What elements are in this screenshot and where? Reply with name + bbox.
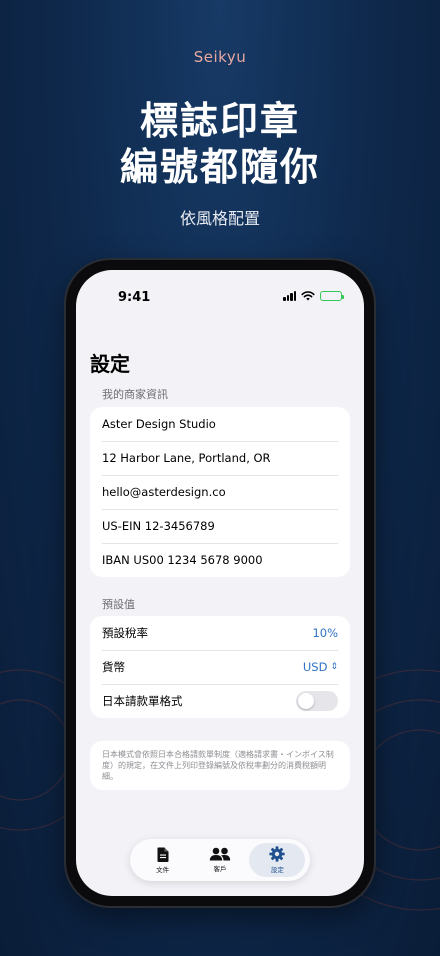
- defaults-card: 預設稅率 10% 貨幣 USD ⇕ 日本請款單格式: [90, 616, 350, 718]
- tab-settings-label: 設定: [270, 866, 284, 874]
- phone-screen: 9:41 設定 我的商家資訊 Aster Design Studio 12 Ha…: [76, 270, 364, 896]
- merchant-email-row[interactable]: hello@asterdesign.co: [90, 475, 350, 509]
- merchant-address: 12 Harbor Lane, Portland, OR: [102, 451, 271, 465]
- gear-icon: [269, 846, 285, 862]
- tab-bar: 文件 客戶 設定: [130, 839, 310, 881]
- merchant-iban-row[interactable]: IBAN US00 1234 5678 9000: [90, 543, 350, 577]
- chevron-up-down-icon: ⇕: [330, 662, 338, 672]
- merchant-iban: IBAN US00 1234 5678 9000: [102, 553, 263, 567]
- currency-select[interactable]: USD ⇕: [303, 660, 338, 674]
- currency-value: USD: [302, 660, 328, 674]
- page-title: 設定: [90, 352, 130, 376]
- merchant-tax-id: US-EIN 12-3456789: [102, 519, 215, 533]
- app-name: Seikyu: [193, 48, 247, 66]
- wifi-icon: [301, 291, 315, 301]
- promo-headline: 標誌印章 編號都隨你: [0, 98, 440, 190]
- headline-line-1: 標誌印章: [139, 99, 300, 143]
- merchant-name: Aster Design Studio: [102, 417, 216, 431]
- japan-mode-note: 日本模式會依照日本合格請款單制度（適格請求書・インボイス制度）的規定，在文件上列…: [90, 741, 350, 790]
- headline-line-2: 編號都隨你: [119, 145, 320, 189]
- document-icon: [157, 847, 169, 862]
- merchant-email: hello@asterdesign.co: [102, 485, 226, 499]
- merchant-tax-id-row[interactable]: US-EIN 12-3456789: [90, 509, 350, 543]
- tab-settings[interactable]: 設定: [249, 843, 306, 877]
- tab-clients[interactable]: 客戶: [192, 843, 248, 877]
- tab-documents[interactable]: 文件: [135, 843, 191, 877]
- merchant-info-card: Aster Design Studio 12 Harbor Lane, Port…: [90, 407, 350, 577]
- japan-format-row: 日本請款單格式: [90, 684, 350, 718]
- currency-label: 貨幣: [102, 660, 125, 674]
- currency-row[interactable]: 貨幣 USD ⇕: [90, 650, 350, 684]
- japan-format-toggle[interactable]: [296, 691, 338, 711]
- people-icon: [209, 847, 231, 861]
- defaults-section-header: 預設值: [102, 598, 135, 611]
- toggle-knob: [298, 693, 314, 709]
- default-tax-value: 10%: [312, 626, 338, 640]
- status-time: 9:41: [118, 290, 151, 305]
- default-tax-label: 預設稅率: [102, 626, 148, 640]
- battery-icon: [320, 291, 344, 301]
- japan-format-label: 日本請款單格式: [102, 694, 183, 708]
- tab-clients-label: 客戶: [213, 865, 227, 873]
- promo-subheadline: 依風格配置: [179, 209, 260, 228]
- merchant-section-header: 我的商家資訊: [102, 388, 168, 401]
- merchant-address-row[interactable]: 12 Harbor Lane, Portland, OR: [90, 441, 350, 475]
- phone-frame: 9:41 設定 我的商家資訊 Aster Design Studio 12 Ha…: [66, 260, 374, 906]
- status-bar: 9:41: [76, 288, 364, 308]
- cellular-signal-icon: [283, 291, 296, 301]
- merchant-name-row[interactable]: Aster Design Studio: [90, 407, 350, 441]
- status-icons: [283, 291, 344, 301]
- default-tax-row[interactable]: 預設稅率 10%: [90, 616, 350, 650]
- tab-documents-label: 文件: [156, 865, 170, 874]
